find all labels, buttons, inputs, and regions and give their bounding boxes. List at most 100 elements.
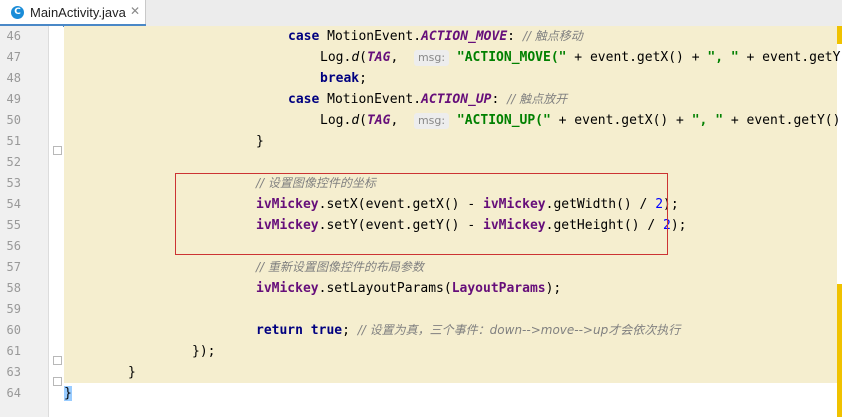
fold-marker-icon[interactable] <box>53 377 62 386</box>
line-highlight <box>64 362 837 383</box>
close-icon[interactable]: ✕ <box>130 4 140 18</box>
code-token: Log. <box>320 50 352 65</box>
code-token: ivMickey <box>256 281 319 296</box>
code-line[interactable]: 57 // 重新设置图像控件的布局参数 <box>0 257 842 278</box>
scrollbar-marker[interactable] <box>837 284 842 417</box>
line-number: 64 <box>6 386 21 400</box>
code-token: TAG <box>366 50 391 65</box>
code-token: LayoutParams <box>451 281 546 296</box>
line-highlight <box>64 257 837 278</box>
line-number: 63 <box>6 365 21 379</box>
line-number: 58 <box>6 281 21 295</box>
code-token: ACTION_MOVE <box>421 29 508 44</box>
line-number: 55 <box>6 218 21 232</box>
code-text: } <box>128 362 136 383</box>
code-token: MotionEvent. <box>327 92 422 107</box>
editor-tab-bar: C MainActivity.java ✕ <box>0 0 842 27</box>
code-line[interactable]: 52 <box>0 152 842 173</box>
code-token: Log. <box>320 113 352 128</box>
code-token: } <box>64 386 72 401</box>
fold-marker-icon[interactable] <box>53 356 62 365</box>
code-line[interactable]: 49 case MotionEvent.ACTION_UP: // 触点放开 <box>0 89 842 110</box>
code-text: }); <box>192 341 215 362</box>
code-line[interactable]: 61}); <box>0 341 842 362</box>
tab-mainactivity[interactable]: C MainActivity.java ✕ <box>0 0 146 27</box>
code-token: ACTION_UP <box>421 92 492 107</box>
line-number: 56 <box>6 239 21 253</box>
code-text: } <box>256 131 264 152</box>
parameter-hint: msg: <box>413 113 450 129</box>
line-number: 57 <box>6 260 21 274</box>
parameter-hint: msg: <box>413 50 450 66</box>
code-token: .setLayoutParams( <box>318 281 452 296</box>
code-token: d <box>351 113 360 128</box>
code-line[interactable]: 50 Log.d(TAG, msg: "ACTION_UP(" + event.g… <box>0 110 842 131</box>
line-highlight <box>64 341 837 362</box>
code-editor[interactable]: 46 case MotionEvent.ACTION_MOVE: // 触点移动 4… <box>0 26 842 417</box>
code-token: ", " <box>691 113 724 128</box>
line-number: 60 <box>6 323 21 337</box>
code-token: true <box>310 323 343 338</box>
code-token: // 重新设置图像控件的布局参数 <box>256 260 424 274</box>
line-number: 49 <box>6 92 21 106</box>
code-text: return true; // 设置为真，三个事件：down-->move-->… <box>256 320 680 341</box>
code-line[interactable]: 51} <box>0 131 842 152</box>
fold-marker-icon[interactable] <box>53 146 62 155</box>
line-number: 51 <box>6 134 21 148</box>
c-class-icon: C <box>11 6 24 19</box>
code-token: break <box>320 71 360 86</box>
code-line[interactable]: 47 Log.d(TAG, msg: "ACTION_MOVE(" + event… <box>0 47 842 68</box>
code-text: Log.d(TAG, msg: "ACTION_MOVE(" + event.g… <box>320 47 842 68</box>
code-line[interactable]: 60 return true; // 设置为真，三个事件：down-->move-… <box>0 320 842 341</box>
code-token: // 触点放开 <box>507 92 568 106</box>
code-token: : <box>491 92 508 107</box>
code-token: : <box>507 29 523 44</box>
code-token: + event.getY() + <box>730 113 841 128</box>
code-token: ); <box>670 218 687 233</box>
code-token: MotionEvent. <box>327 29 422 44</box>
code-line[interactable]: 63} <box>0 362 842 383</box>
line-number: 47 <box>6 50 21 64</box>
code-token: // 触点移动 <box>522 29 583 43</box>
code-text: // 重新设置图像控件的布局参数 <box>256 257 424 278</box>
code-line[interactable]: 46 case MotionEvent.ACTION_MOVE: // 触点移动 <box>0 26 842 47</box>
code-token: d <box>351 50 360 65</box>
scrollbar-marker[interactable] <box>837 26 842 44</box>
code-token: ", " <box>707 50 739 65</box>
highlight-annotation-box <box>175 173 668 255</box>
line-number: 59 <box>6 302 21 316</box>
code-token: "ACTION_MOVE(" <box>456 50 567 65</box>
line-number: 53 <box>6 176 21 190</box>
tab-title: MainActivity.java <box>30 5 126 20</box>
code-token: case <box>288 29 328 44</box>
code-text: } <box>64 383 72 404</box>
line-highlight <box>64 152 837 173</box>
code-text: case MotionEvent.ACTION_UP: // 触点放开 <box>288 89 567 110</box>
code-token: , <box>390 113 414 128</box>
code-token: + event.getX() + <box>550 113 692 128</box>
line-number: 46 <box>6 29 21 43</box>
code-line[interactable]: 48 break; <box>0 68 842 89</box>
line-highlight <box>64 383 837 404</box>
code-text: case MotionEvent.ACTION_MOVE: // 触点移动 <box>288 26 583 47</box>
code-token: ; <box>342 323 358 338</box>
code-line[interactable]: 64} <box>0 383 842 404</box>
code-token: ); <box>545 281 562 296</box>
line-highlight <box>64 131 837 152</box>
code-line[interactable]: 58 ivMickey.setLayoutParams(LayoutParams)… <box>0 278 842 299</box>
line-number: 48 <box>6 71 21 85</box>
code-token: ( <box>359 50 367 65</box>
code-text: break; <box>320 68 367 89</box>
code-text: Log.d(TAG, msg: "ACTION_UP(" + event.get… <box>320 110 842 131</box>
line-number: 52 <box>6 155 21 169</box>
code-token: // 设置为真，三个事件：down-->move-->up才会依次执行 <box>357 323 681 337</box>
line-number: 50 <box>6 113 21 127</box>
code-token: ; <box>359 71 367 86</box>
code-token: ( <box>359 113 367 128</box>
line-number: 54 <box>6 197 21 211</box>
code-token: TAG <box>366 113 391 128</box>
code-line[interactable]: 59 <box>0 299 842 320</box>
code-token: } <box>256 134 264 149</box>
code-token: case <box>288 92 328 107</box>
